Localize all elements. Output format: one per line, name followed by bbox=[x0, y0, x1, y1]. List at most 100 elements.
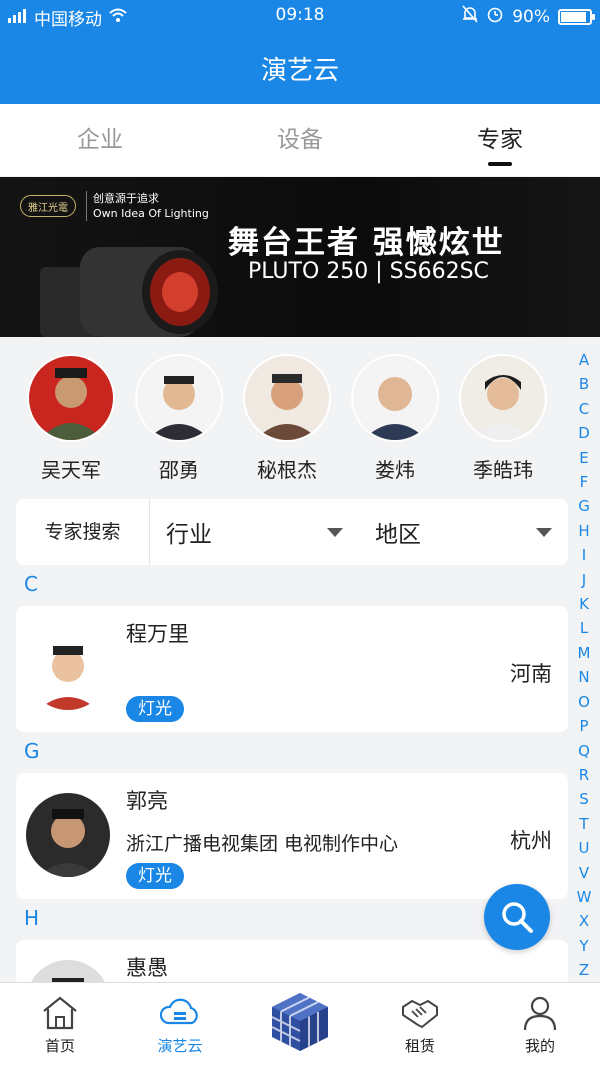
search-fab[interactable] bbox=[484, 884, 550, 950]
battery-percent: 90% bbox=[512, 6, 550, 27]
nav-label: 我的 bbox=[524, 1037, 555, 1055]
index-letter[interactable]: X bbox=[576, 909, 592, 933]
expert-search-button[interactable]: 专家搜索 bbox=[16, 499, 150, 565]
chevron-down-icon bbox=[536, 527, 552, 537]
index-letter[interactable]: S bbox=[576, 787, 592, 811]
section-header: C bbox=[24, 572, 38, 596]
expert-name: 程万里 bbox=[126, 622, 189, 646]
nav-cube[interactable] bbox=[240, 983, 360, 1067]
region-dropdown-label: 地区 bbox=[375, 522, 421, 548]
featured-experts: 吴天军 邵勇 秘根杰 娄炜 季皓玮 bbox=[0, 348, 560, 488]
expert-tag: 灯光 bbox=[126, 863, 184, 889]
expert-name: 娄炜 bbox=[375, 458, 415, 482]
featured-expert[interactable]: 秘根杰 bbox=[232, 356, 342, 483]
brand-tagline-en: Own Idea Of Lighting bbox=[93, 207, 209, 220]
expert-name: 郭亮 bbox=[126, 789, 168, 813]
featured-expert[interactable]: 娄炜 bbox=[340, 356, 450, 483]
expert-organization: 浙江广播电视集团 电视制作中心 bbox=[126, 833, 399, 855]
index-letter[interactable]: I bbox=[576, 543, 592, 567]
index-letter[interactable]: Y bbox=[576, 934, 592, 958]
index-letter[interactable]: L bbox=[576, 616, 592, 640]
banner-headline: 舞台王者 强憾炫世 bbox=[228, 225, 505, 261]
index-letter[interactable]: G bbox=[576, 494, 592, 518]
index-letter[interactable]: P bbox=[576, 714, 592, 738]
index-letter[interactable]: K bbox=[576, 592, 592, 616]
expert-name: 秘根杰 bbox=[257, 458, 317, 482]
avatar bbox=[461, 356, 545, 440]
index-letter[interactable]: M bbox=[576, 641, 592, 665]
avatar bbox=[353, 356, 437, 440]
bottom-navigation: 首页 演艺云 租赁 我的 bbox=[0, 982, 600, 1067]
index-letter[interactable]: A bbox=[576, 348, 592, 372]
expert-card[interactable]: 惠愚 bbox=[16, 940, 568, 982]
featured-expert[interactable]: 季皓玮 bbox=[448, 356, 558, 483]
expert-tag: 灯光 bbox=[126, 696, 184, 722]
tab-enterprise[interactable]: 企业 bbox=[0, 104, 200, 176]
index-letter[interactable]: T bbox=[576, 812, 592, 836]
avatar bbox=[26, 793, 110, 877]
brand-tagline: 创意源于追求 Own Idea Of Lighting bbox=[86, 191, 209, 221]
index-letter[interactable]: O bbox=[576, 690, 592, 714]
category-tabs: 企业 设备 专家 bbox=[0, 104, 600, 176]
avatar bbox=[137, 356, 221, 440]
expert-city: 河南 bbox=[510, 662, 552, 686]
expert-card[interactable]: 郭亮 浙江广播电视集团 电视制作中心 杭州 灯光 bbox=[16, 773, 568, 899]
nav-label: 演艺云 bbox=[157, 1037, 203, 1055]
user-icon bbox=[523, 996, 557, 1031]
region-dropdown[interactable]: 地区 bbox=[359, 515, 568, 549]
index-letter[interactable]: R bbox=[576, 763, 592, 787]
index-letter[interactable]: H bbox=[576, 519, 592, 543]
industry-dropdown[interactable]: 行业 bbox=[150, 515, 359, 549]
banner-model: PLUTO 250 | SS662SC bbox=[248, 259, 489, 284]
chevron-down-icon bbox=[327, 527, 343, 537]
promo-banner[interactable]: 雅江光電 创意源于追求 Own Idea Of Lighting 舞台王者 强憾… bbox=[0, 177, 600, 337]
featured-expert[interactable]: 邵勇 bbox=[124, 356, 234, 483]
tab-equipment[interactable]: 设备 bbox=[200, 104, 400, 176]
handshake-icon bbox=[402, 999, 438, 1029]
expert-name: 吴天军 bbox=[41, 458, 101, 482]
nav-label: 租赁 bbox=[404, 1037, 435, 1055]
avatar bbox=[29, 356, 113, 440]
avatar bbox=[26, 626, 110, 710]
app-bar: 演艺云 bbox=[0, 32, 600, 104]
index-letter[interactable]: Q bbox=[576, 739, 592, 763]
nav-profile[interactable]: 我的 bbox=[480, 983, 600, 1067]
expert-city: 杭州 bbox=[510, 829, 552, 853]
mute-bell-icon bbox=[462, 5, 478, 28]
section-header: G bbox=[24, 739, 40, 763]
cloud-icon bbox=[160, 998, 198, 1025]
tab-experts[interactable]: 专家 bbox=[400, 104, 600, 176]
expert-name: 季皓玮 bbox=[473, 458, 533, 482]
index-letter[interactable]: Z bbox=[576, 958, 592, 982]
battery-icon bbox=[558, 8, 595, 25]
index-letter[interactable]: B bbox=[576, 372, 592, 396]
index-letter[interactable]: E bbox=[576, 446, 592, 470]
expert-filter-bar: 专家搜索 行业 地区 bbox=[16, 499, 568, 565]
nav-home[interactable]: 首页 bbox=[0, 983, 120, 1067]
expert-name: 惠愚 bbox=[126, 956, 168, 980]
nav-cloud[interactable]: 演艺云 bbox=[120, 983, 240, 1067]
nav-label: 首页 bbox=[44, 1037, 75, 1055]
featured-expert[interactable]: 吴天军 bbox=[16, 356, 126, 483]
index-letter[interactable]: F bbox=[576, 470, 592, 494]
cube-logo-icon bbox=[271, 993, 328, 1051]
expert-card[interactable]: 程万里 河南 灯光 bbox=[16, 606, 568, 732]
index-letter[interactable]: J bbox=[576, 568, 592, 592]
index-letter[interactable]: V bbox=[576, 861, 592, 885]
industry-dropdown-label: 行业 bbox=[166, 522, 212, 548]
alphabet-index[interactable]: ABCDEFGHIJKLMNOPQRSTUVWXYZ bbox=[576, 348, 592, 983]
nav-rental[interactable]: 租赁 bbox=[360, 983, 480, 1067]
status-bar: 中国移动 09:18 90% bbox=[0, 0, 600, 32]
index-letter[interactable]: U bbox=[576, 836, 592, 860]
avatar bbox=[26, 960, 110, 982]
index-letter[interactable]: C bbox=[576, 397, 592, 421]
brand-tagline-cn: 创意源于追求 bbox=[93, 192, 159, 205]
avatar bbox=[245, 356, 329, 440]
alarm-icon bbox=[486, 5, 504, 28]
index-letter[interactable]: N bbox=[576, 665, 592, 689]
index-letter[interactable]: W bbox=[576, 885, 592, 909]
expert-name: 邵勇 bbox=[159, 458, 199, 482]
index-letter[interactable]: D bbox=[576, 421, 592, 445]
section-header: H bbox=[24, 906, 40, 930]
brand-logo: 雅江光電 bbox=[20, 195, 76, 217]
